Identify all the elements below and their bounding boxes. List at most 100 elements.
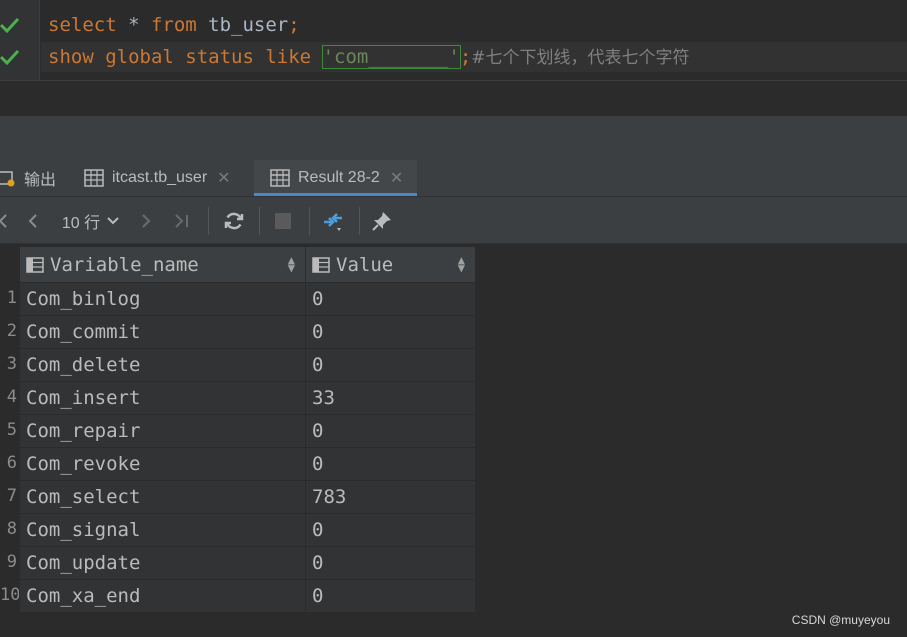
cell-value[interactable]: 0 bbox=[305, 348, 476, 382]
refresh-icon bbox=[224, 212, 244, 230]
tab-label: Result 28-2 bbox=[298, 169, 380, 186]
first-page-button[interactable] bbox=[0, 207, 10, 235]
compare-button[interactable] bbox=[318, 207, 348, 235]
page-size-label: 10 行 bbox=[61, 215, 101, 232]
last-page-button[interactable] bbox=[170, 207, 194, 235]
cell-variable-name[interactable]: Com_xa_end bbox=[19, 579, 306, 613]
table-row[interactable]: Com_commit 0 bbox=[19, 315, 476, 349]
column-header-label: Value bbox=[336, 253, 394, 276]
compare-icon bbox=[324, 213, 342, 231]
semicolon: ; bbox=[459, 46, 472, 68]
row-number: 2 bbox=[6, 321, 17, 341]
chevron-down-icon bbox=[107, 217, 119, 225]
refresh-button[interactable] bbox=[220, 207, 248, 235]
column-header-variable-name[interactable]: Variable_name ▲ ▼ bbox=[19, 246, 306, 283]
row-number-gutter: 1 2 3 4 5 6 7 8 9 10 bbox=[0, 282, 21, 612]
cell-value[interactable]: 783 bbox=[305, 480, 476, 514]
row-number: 4 bbox=[6, 387, 17, 407]
toolbar-separator bbox=[208, 207, 209, 235]
table-row[interactable]: Com_repair 0 bbox=[19, 414, 476, 448]
check-icon bbox=[0, 17, 20, 34]
table-row[interactable]: Com_insert 33 bbox=[19, 381, 476, 415]
row-number: 5 bbox=[6, 420, 17, 440]
tab-result-28-2[interactable]: Result 28-2 ✕ bbox=[254, 160, 418, 196]
cell-variable-name[interactable]: Com_binlog bbox=[19, 282, 306, 316]
cell-value[interactable]: 33 bbox=[305, 381, 476, 415]
pin-tab-button[interactable] bbox=[368, 207, 396, 235]
table-row[interactable]: Com_xa_end 0 bbox=[19, 579, 476, 613]
keyword-show: show global status like bbox=[48, 46, 312, 68]
sql-editor[interactable]: select * from tb_user; show global statu… bbox=[0, 0, 907, 80]
prev-page-button[interactable] bbox=[22, 207, 44, 235]
stop-button[interactable] bbox=[270, 207, 296, 235]
tab-label: itcast.tb_user bbox=[112, 169, 208, 186]
cell-value[interactable]: 0 bbox=[305, 579, 476, 613]
code-line-1[interactable]: select * from tb_user; bbox=[48, 10, 300, 40]
semicolon: ; bbox=[288, 14, 300, 36]
result-tab-bar: 输出 itcast.tb_user ✕ Result 28-2 ✕ bbox=[0, 118, 907, 196]
table-row[interactable]: Com_select 783 bbox=[19, 480, 476, 514]
chevron-left-icon bbox=[28, 214, 37, 228]
check-icon bbox=[0, 49, 20, 66]
code-comment: #七个下划线，代表七个字符 bbox=[471, 48, 690, 68]
table-icon bbox=[270, 169, 290, 187]
row-number: 8 bbox=[6, 519, 17, 539]
cell-variable-name[interactable]: Com_select bbox=[19, 480, 306, 514]
result-rows: Com_binlog 0 Com_commit 0 Com_delete 0 Com_ins… bbox=[19, 282, 476, 613]
cell-variable-name[interactable]: Com_delete bbox=[19, 348, 306, 382]
column-header-value[interactable]: Value ▲ ▼ bbox=[305, 246, 476, 283]
table-name: tb_user bbox=[196, 14, 289, 36]
page-size-select[interactable]: 10 行 bbox=[58, 207, 124, 235]
close-icon[interactable]: ✕ bbox=[390, 168, 403, 188]
table-row[interactable]: Com_delete 0 bbox=[19, 348, 476, 382]
next-page-button[interactable] bbox=[136, 207, 156, 235]
keyword-from: from bbox=[150, 14, 197, 36]
column-icon bbox=[26, 257, 44, 273]
table-row[interactable]: Com_signal 0 bbox=[19, 513, 476, 547]
toolbar-separator bbox=[359, 207, 360, 235]
last-page-icon bbox=[175, 214, 188, 228]
column-header-label: Variable_name bbox=[50, 253, 199, 276]
cell-variable-name[interactable]: Com_revoke bbox=[19, 447, 306, 481]
cell-variable-name[interactable]: Com_insert bbox=[19, 381, 306, 415]
cell-value[interactable]: 0 bbox=[305, 546, 476, 580]
row-number: 7 bbox=[6, 486, 17, 506]
row-number: 6 bbox=[6, 453, 17, 473]
row-number: 1 bbox=[6, 288, 17, 308]
editor-bottom-band bbox=[0, 80, 907, 116]
toolbar-separator bbox=[309, 207, 310, 235]
cell-variable-name[interactable]: Com_signal bbox=[19, 513, 306, 547]
table-row[interactable]: Com_update 0 bbox=[19, 546, 476, 580]
row-number: 9 bbox=[6, 552, 17, 572]
table-icon bbox=[84, 169, 104, 187]
tab-label: 输出 bbox=[24, 172, 57, 189]
cell-value[interactable]: 0 bbox=[305, 282, 476, 316]
cell-value[interactable]: 0 bbox=[305, 315, 476, 349]
output-icon bbox=[0, 171, 15, 187]
column-icon bbox=[312, 257, 330, 273]
sort-icon[interactable]: ▲ ▼ bbox=[288, 254, 295, 274]
cell-value[interactable]: 0 bbox=[305, 414, 476, 448]
sort-icon[interactable]: ▲ ▼ bbox=[458, 254, 465, 274]
code-line-2[interactable]: show global status like 'com_______';#七个… bbox=[48, 42, 690, 72]
table-row[interactable]: Com_revoke 0 bbox=[19, 447, 476, 481]
cell-variable-name[interactable]: Com_commit bbox=[19, 315, 306, 349]
tab-output[interactable]: 输出 bbox=[0, 160, 56, 196]
close-icon[interactable]: ✕ bbox=[217, 168, 230, 188]
cell-value[interactable]: 0 bbox=[305, 513, 476, 547]
cell-value[interactable]: 0 bbox=[305, 447, 476, 481]
code-text: * bbox=[116, 14, 151, 36]
result-table: Variable_name ▲ ▼ Value ▲ ▼ Com_binlog 0 Com… bbox=[19, 246, 476, 613]
result-toolbar: 10 行 bbox=[0, 196, 907, 244]
table-row[interactable]: Com_binlog 0 bbox=[19, 282, 476, 316]
cell-variable-name[interactable]: Com_update bbox=[19, 546, 306, 580]
row-number: 10 bbox=[0, 585, 21, 605]
row-number: 3 bbox=[6, 354, 17, 374]
result-grid: 1 2 3 4 5 6 7 8 9 10 Variable_name ▲ ▼ V… bbox=[0, 244, 907, 637]
cell-variable-name[interactable]: Com_repair bbox=[19, 414, 306, 448]
tab-itcast-tb-user[interactable]: itcast.tb_user ✕ bbox=[84, 160, 231, 196]
chevron-right-icon bbox=[142, 214, 151, 228]
keyword-select: select bbox=[48, 14, 117, 36]
pin-icon bbox=[372, 212, 391, 231]
